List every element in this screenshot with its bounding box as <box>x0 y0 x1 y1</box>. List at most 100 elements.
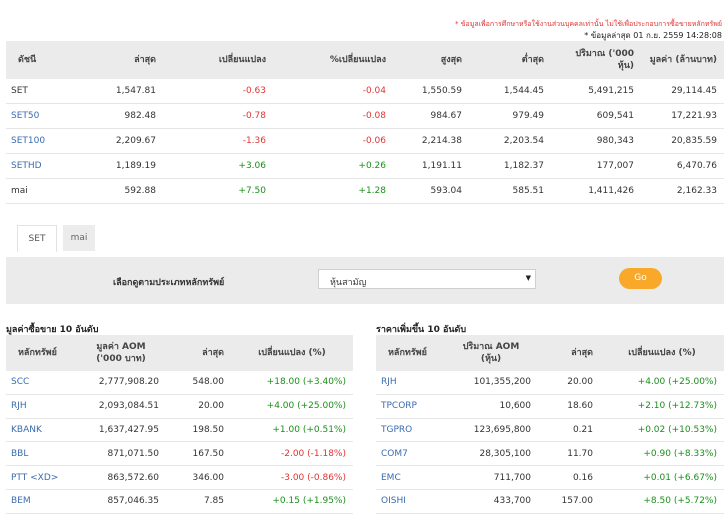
aom-amount: 2,093,084.51 <box>76 394 166 419</box>
index-name: mai <box>6 178 101 204</box>
aom-amount: 123,695,800 <box>444 418 538 443</box>
symbol-link[interactable]: EMC <box>376 465 444 490</box>
ranking-row: BEM 857,046.35 7.85 +0.15 (+1.95%) <box>6 489 353 514</box>
price-change: -3.00 (-0.86%) <box>231 465 353 490</box>
index-name[interactable]: SETHD <box>6 153 101 179</box>
symbol-link[interactable]: BBL <box>6 441 76 467</box>
index-volume: 980,343 <box>551 128 641 154</box>
index-low: 585.51 <box>469 178 551 204</box>
last-price: 198.50 <box>166 418 231 443</box>
price-change: +1.00 (+0.51%) <box>231 418 353 443</box>
aom-amount: 857,046.35 <box>76 489 166 514</box>
index-pct-change: -0.04 <box>273 79 393 104</box>
price-change: +8.50 (+5.72%) <box>600 489 724 514</box>
price-change: +4.00 (+25.00%) <box>600 371 724 395</box>
index-low: 979.49 <box>469 103 551 129</box>
index-low: 2,203.54 <box>469 128 551 154</box>
ranking-row: SCC 2,777,908.20 548.00 +18.00 (+3.40%) <box>6 371 353 395</box>
last-price: 20.00 <box>538 371 600 395</box>
last-price: 20.00 <box>166 394 231 419</box>
ranking-row: BBL 871,071.50 167.50 -2.00 (-1.18%) <box>6 441 353 467</box>
col-value: มูลค่า (ล้านบาท) <box>641 41 724 79</box>
aom-amount: 28,305,100 <box>444 441 538 467</box>
index-high: 2,214.38 <box>393 128 469 154</box>
ranking-row: TPCORP 10,600 18.60 +2.10 (+12.73%) <box>376 394 724 419</box>
index-name[interactable]: SET50 <box>6 103 101 129</box>
page-notes: * ข้อมูลเพื่อการศึกษาหรือใช้งานส่วนบุคคล… <box>455 19 722 41</box>
disclaimer-note: * ข้อมูลเพื่อการศึกษาหรือใช้งานส่วนบุคคล… <box>455 20 722 28</box>
index-low: 1,544.45 <box>469 79 551 104</box>
price-change: +0.02 (+10.53%) <box>600 418 724 443</box>
symbol-link[interactable]: KBANK <box>6 418 76 443</box>
last-price: 346.00 <box>166 465 231 490</box>
col-volume: ปริมาณ ('000 หุ้น) <box>551 41 641 79</box>
index-value: 20,835.59 <box>641 128 724 154</box>
index-volume: 609,541 <box>551 103 641 129</box>
index-pct-change: -0.08 <box>273 103 393 129</box>
aom-amount: 101,355,200 <box>444 371 538 395</box>
col-symbol: หลักทรัพย์ <box>6 335 76 371</box>
col-last: ล่าสุด <box>166 335 231 371</box>
index-pct-change: -0.06 <box>273 128 393 154</box>
col-low: ต่ำสุด <box>469 41 551 79</box>
aom-amount: 1,637,427.95 <box>76 418 166 443</box>
price-change: +4.00 (+25.00%) <box>231 394 353 419</box>
symbol-link[interactable]: COM7 <box>376 441 444 467</box>
index-change: +3.06 <box>163 153 273 179</box>
index-low: 1,182.37 <box>469 153 551 179</box>
ranking-row: RJH 2,093,084.51 20.00 +4.00 (+25.00%) <box>6 394 353 419</box>
index-last: 982.48 <box>101 103 163 129</box>
symbol-link[interactable]: BEM <box>6 489 76 514</box>
col-change: เปลี่ยนแปลง (%) <box>600 335 724 371</box>
symbol-link[interactable]: PTT <XD> <box>6 465 76 490</box>
aom-amount: 10,600 <box>444 394 538 419</box>
security-type-filter: เลือกดูตามประเภทหลักทรัพย์ หุ้นสามัญ ▼ G… <box>6 257 724 304</box>
symbol-link[interactable]: TPCORP <box>376 394 444 419</box>
ranking-row: OISHI 433,700 157.00 +8.50 (+5.72%) <box>376 489 724 514</box>
index-change: -0.78 <box>163 103 273 129</box>
index-change: -1.36 <box>163 128 273 154</box>
symbol-link[interactable]: RJH <box>376 371 444 395</box>
security-type-select[interactable]: หุ้นสามัญ ▼ <box>318 269 536 289</box>
tab-mai[interactable]: mai <box>63 225 95 251</box>
price-change: +0.15 (+1.95%) <box>231 489 353 514</box>
go-button[interactable]: Go <box>619 268 662 289</box>
symbol-link[interactable]: OISHI <box>376 489 444 514</box>
symbol-link[interactable]: TGPRO <box>376 418 444 443</box>
col-pct-change: %เปลี่ยนแปลง <box>273 41 393 79</box>
top-gainers-table: หลักทรัพย์ ปริมาณ AOM (หุ้น) ล่าสุด เปลี… <box>376 335 724 514</box>
price-change: +0.90 (+8.33%) <box>600 441 724 467</box>
index-last: 2,209.67 <box>101 128 163 154</box>
aom-amount: 433,700 <box>444 489 538 514</box>
index-change: +7.50 <box>163 178 273 204</box>
index-last: 1,547.81 <box>101 79 163 104</box>
col-symbol: หลักทรัพย์ <box>376 335 444 371</box>
index-high: 1,191.11 <box>393 153 469 179</box>
top-gainers-title: ราคาเพิ่มขึ้น 10 อันดับ <box>376 325 467 335</box>
last-price: 167.50 <box>166 441 231 467</box>
top-value-table: หลักทรัพย์ มูลค่า AOM ('000 บาท) ล่าสุด … <box>6 335 353 514</box>
top-value-title: มูลค่าซื้อขาย 10 อันดับ <box>6 325 99 335</box>
index-pct-change: +1.28 <box>273 178 393 204</box>
tab-set[interactable]: SET <box>17 225 57 252</box>
symbol-link[interactable]: RJH <box>6 394 76 419</box>
index-last: 592.88 <box>101 178 163 204</box>
col-amount: ปริมาณ AOM (หุ้น) <box>444 335 538 371</box>
top-gainers-header: หลักทรัพย์ ปริมาณ AOM (หุ้น) ล่าสุด เปลี… <box>376 335 724 371</box>
ranking-row: TGPRO 123,695,800 0.21 +0.02 (+10.53%) <box>376 418 724 443</box>
last-price: 548.00 <box>166 371 231 395</box>
index-volume: 1,411,426 <box>551 178 641 204</box>
index-name: SET <box>6 79 101 104</box>
index-row: SET 1,547.81 -0.63 -0.04 1,550.59 1,544.45 5,4… <box>6 79 724 104</box>
index-volume: 5,491,215 <box>551 79 641 104</box>
index-high: 984.67 <box>393 103 469 129</box>
col-amount: มูลค่า AOM ('000 บาท) <box>76 335 166 371</box>
col-high: สูงสุด <box>393 41 469 79</box>
caret-down-icon: ▼ <box>525 274 531 282</box>
col-change: เปลี่ยนแปลง (%) <box>231 335 353 371</box>
ranking-row: PTT <XD> 863,572.60 346.00 -3.00 (-0.86%) <box>6 465 353 490</box>
symbol-link[interactable]: SCC <box>6 371 76 395</box>
last-price: 0.16 <box>538 465 600 490</box>
index-name[interactable]: SET100 <box>6 128 101 154</box>
aom-amount: 711,700 <box>444 465 538 490</box>
